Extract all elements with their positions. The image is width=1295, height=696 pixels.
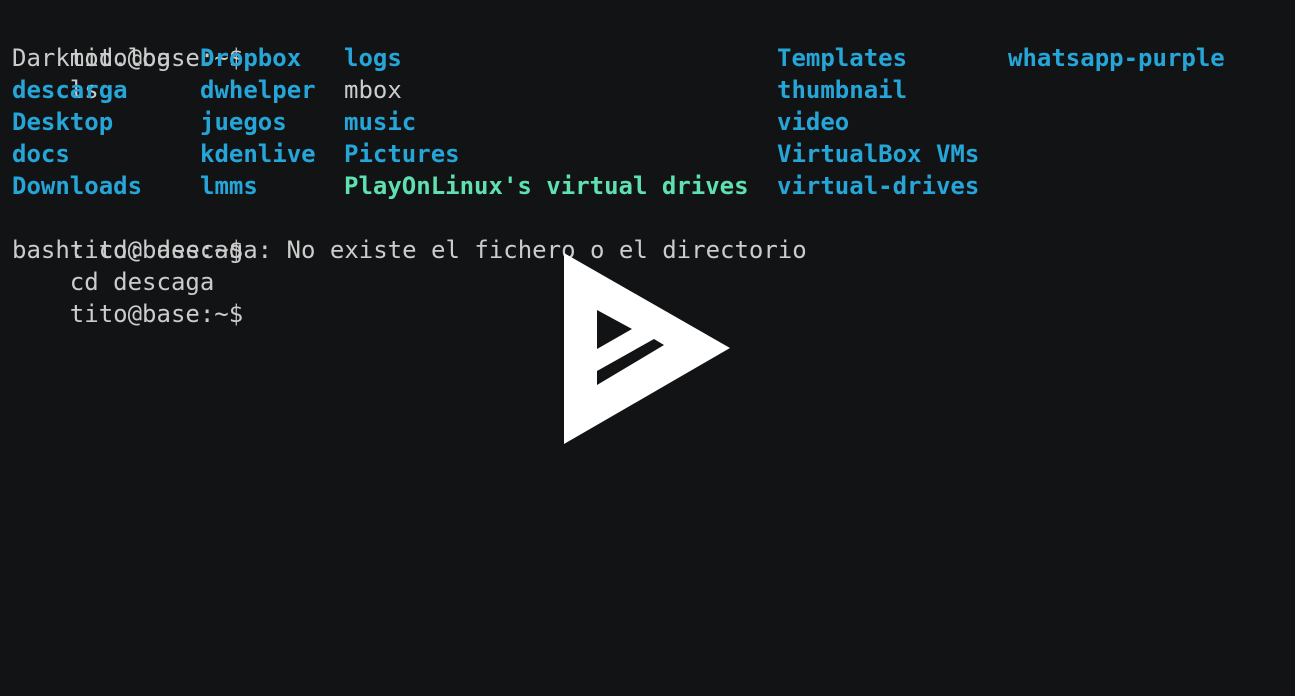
ls-row: Downloads lmms PlayOnLinux's virtual dri… xyxy=(12,170,1295,202)
play-logo-svg xyxy=(564,253,730,444)
ls-entry-directory: descarga xyxy=(12,76,128,104)
ls-row: descarga dwhelper mbox thumbnail xyxy=(12,74,1295,106)
ls-entry-directory: Desktop xyxy=(12,108,114,136)
ls-entry-directory: Dropbox xyxy=(200,44,302,72)
command-line-cd: tito@base:~$ cd descaga xyxy=(12,202,1295,296)
ls-entry-directory: thumbnail xyxy=(777,76,908,104)
ls-row: docs kdenlive Pictures VirtualBox VMs xyxy=(12,138,1295,170)
ls-entry-directory: logs xyxy=(344,44,402,72)
ls-entry-directory: juegos xyxy=(200,108,287,136)
ls-entry-executable: PlayOnLinux's virtual drives xyxy=(344,172,749,200)
ls-entry-directory: virtual-drives xyxy=(777,172,980,200)
ls-row: Desktop juegos music video xyxy=(12,106,1295,138)
command-line-ls: tito@base:~$ ls xyxy=(12,10,1295,104)
ls-entry-directory: lmms xyxy=(200,172,258,200)
ls-entry-directory: music xyxy=(344,108,417,136)
ls-entry-directory: Pictures xyxy=(344,140,460,168)
shell-prompt: tito@base:~$ xyxy=(69,300,244,328)
ls-entry-file: mbox xyxy=(344,76,402,104)
ls-entry-directory: Downloads xyxy=(12,172,143,200)
ls-row: Darkmod.log Dropbox logs Templates whats… xyxy=(12,42,1295,74)
ls-entry-directory: video xyxy=(777,108,850,136)
ls-entry-directory: whatsapp-purple xyxy=(1008,44,1225,72)
ls-entry-directory: dwhelper xyxy=(200,76,316,104)
ls-entry-directory: VirtualBox VMs xyxy=(777,140,980,168)
ls-entry-directory: docs xyxy=(12,140,70,168)
ls-entry-directory: Templates xyxy=(777,44,908,72)
play-logo-icon[interactable] xyxy=(564,253,731,444)
ls-entry-file: Darkmod.log xyxy=(12,44,171,72)
ls-entry-directory: kdenlive xyxy=(200,140,316,168)
